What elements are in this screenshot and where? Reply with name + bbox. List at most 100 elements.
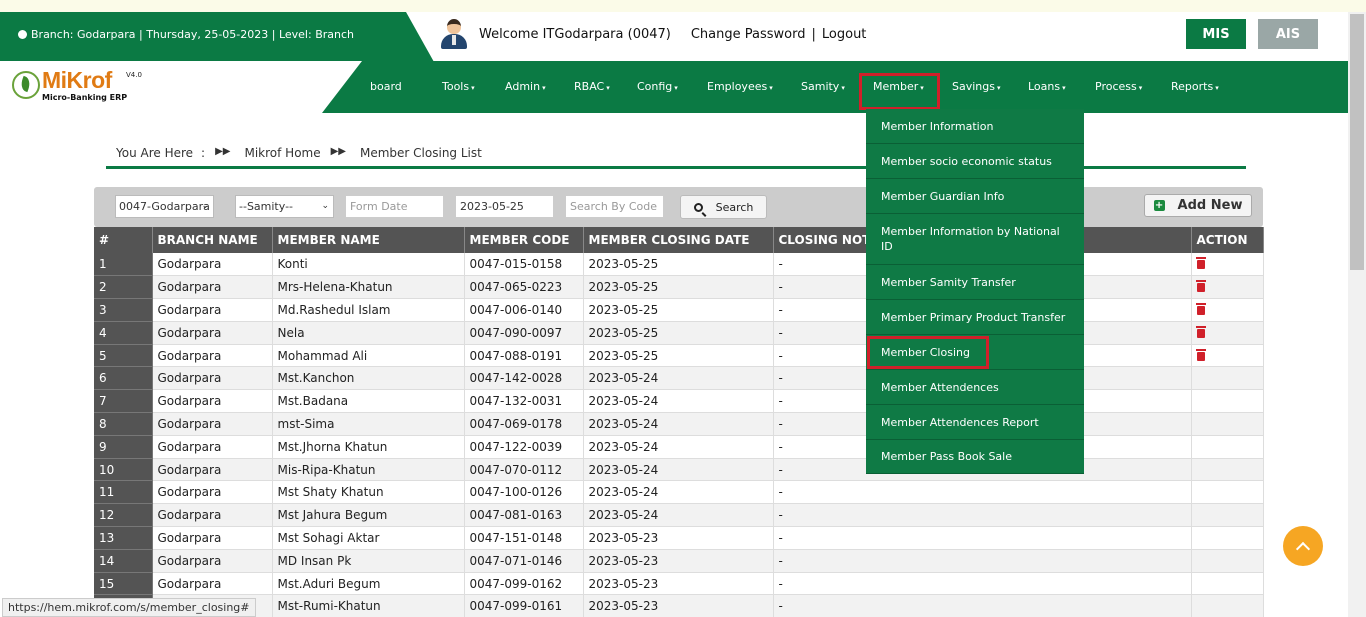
- row-closing-date: 2023-05-23: [583, 572, 774, 596]
- table-row: 14 Godarpara MD Insan Pk 0047-071-0146 2023-…: [94, 549, 1264, 573]
- row-number: 3: [94, 298, 153, 322]
- row-member-name: mst-Sima: [272, 412, 465, 436]
- row-action: [1191, 594, 1264, 617]
- caret-down-icon: ▾: [674, 84, 678, 92]
- row-member-code: 0047-151-0148: [464, 526, 584, 550]
- row-member-name: Mis-Ripa-Khatun: [272, 458, 465, 482]
- member-menu-item[interactable]: Member Attendences: [866, 370, 1084, 405]
- member-menu-item[interactable]: Member Information by National ID: [866, 214, 1084, 265]
- row-number: 13: [94, 526, 153, 550]
- trash-icon[interactable]: [1195, 348, 1206, 361]
- breadcrumb-label: You Are Here: [116, 146, 194, 160]
- nav-admin[interactable]: Admin ▾: [505, 80, 546, 93]
- caret-down-icon: ▾: [542, 84, 546, 92]
- nav-config[interactable]: Config ▾: [637, 80, 678, 93]
- breadcrumb-home[interactable]: Mikrof Home: [244, 146, 320, 160]
- row-branch: Godarpara: [152, 321, 273, 345]
- nav-process[interactable]: Process ▾: [1095, 80, 1142, 93]
- row-action: [1191, 435, 1264, 459]
- col-header-action: ACTION: [1191, 227, 1264, 253]
- caret-down-icon: ▾: [606, 84, 610, 92]
- member-menu-item[interactable]: Member Guardian Info: [866, 179, 1084, 214]
- form-date-input[interactable]: Form Date: [345, 195, 444, 218]
- trash-icon[interactable]: [1195, 302, 1206, 315]
- samity-select[interactable]: --Samity-- ⌄: [235, 195, 334, 218]
- row-closing-date: 2023-05-23: [583, 549, 774, 573]
- table-row: 16GodarparaMst-Rumi-Khatun0047-099-01612…: [94, 594, 1264, 617]
- row-member-code: 0047-069-0178: [464, 412, 584, 436]
- row-closing-note: -: [773, 594, 1192, 617]
- row-number: 10: [94, 458, 153, 482]
- row-member-code: 0047-070-0112: [464, 458, 584, 482]
- nav-process-label: Process: [1095, 80, 1137, 93]
- nav-savings[interactable]: Savings ▾: [952, 80, 1001, 93]
- row-action: [1191, 366, 1264, 391]
- nav-employees[interactable]: Employees ▾: [707, 80, 773, 93]
- nav-reports[interactable]: Reports ▾: [1171, 80, 1219, 93]
- row-branch: Godarpara: [152, 526, 273, 550]
- row-member-name: Mst.Jhorna Khatun: [272, 435, 465, 459]
- row-member-name: Mst.Aduri Begum: [272, 572, 465, 596]
- logo-version: V4.0: [126, 71, 142, 79]
- row-member-code: 0047-142-0028: [464, 366, 584, 391]
- row-action: [1191, 549, 1264, 573]
- row-number: 2: [94, 275, 153, 300]
- row-number: 4: [94, 321, 153, 345]
- search-button[interactable]: Search: [680, 195, 767, 219]
- row-member-name: Mst.Kanchon: [272, 366, 465, 391]
- nav-dashboard[interactable]: board: [370, 80, 402, 93]
- col-header-closing-date: MEMBER CLOSING DATE: [583, 227, 774, 253]
- trash-icon[interactable]: [1195, 280, 1206, 293]
- row-member-code: 0047-132-0031: [464, 389, 584, 414]
- row-member-code: 0047-065-0223: [464, 275, 584, 300]
- table-row: 13 Godarpara Mst Sohagi Aktar 0047-151-0148…: [94, 526, 1264, 550]
- change-password-link[interactable]: Change Password: [691, 27, 806, 42]
- branch-select[interactable]: 0047-Godarpara ⌄: [115, 195, 214, 218]
- row-member-code: 0047-122-0039: [464, 435, 584, 459]
- to-date-input[interactable]: 2023-05-25: [455, 195, 554, 218]
- scrollbar-thumb[interactable]: [1350, 14, 1364, 270]
- member-menu-item[interactable]: Member Pass Book Sale: [866, 440, 1084, 474]
- row-branch: Godarpara: [152, 298, 273, 322]
- row-member-code: 0047-071-0146: [464, 549, 584, 573]
- add-new-button[interactable]: + Add New: [1144, 194, 1252, 217]
- caret-down-icon: ▾: [841, 84, 845, 92]
- member-menu-item[interactable]: Member Samity Transfer: [866, 265, 1084, 300]
- member-menu-item[interactable]: Member Attendences Report: [866, 405, 1084, 440]
- row-number: 15: [94, 572, 153, 596]
- row-member-name: Mrs-Helena-Khatun: [272, 275, 465, 300]
- row-closing-date: 2023-05-24: [583, 503, 774, 528]
- nav-rbac[interactable]: RBAC ▾: [574, 80, 610, 93]
- row-action: [1191, 526, 1264, 550]
- plus-square-icon: +: [1153, 200, 1165, 211]
- row-branch: Godarpara: [152, 389, 273, 414]
- header-separator: |: [811, 26, 816, 42]
- logo-name[interactable]: MiKrof: [42, 67, 112, 94]
- breadcrumb-current: Member Closing List: [360, 146, 482, 160]
- caret-down-icon: ▾: [769, 84, 773, 92]
- ais-button[interactable]: AIS: [1258, 19, 1318, 49]
- row-member-code: 0047-090-0097: [464, 321, 584, 345]
- col-header-member-code: MEMBER CODE: [464, 227, 584, 253]
- row-number: 5: [94, 344, 153, 368]
- caret-down-icon: ▾: [996, 84, 1001, 92]
- scroll-to-top-button[interactable]: [1283, 526, 1323, 566]
- logout-link[interactable]: Logout: [822, 27, 867, 42]
- member-menu-item[interactable]: Member Primary Product Transfer: [866, 300, 1084, 335]
- member-menu-item[interactable]: Member Information: [866, 109, 1084, 144]
- row-number: 11: [94, 480, 153, 505]
- nav-samity[interactable]: Samity ▾: [801, 80, 845, 93]
- row-member-name: Konti: [272, 253, 465, 277]
- member-menu-item[interactable]: Member socio economic status: [866, 144, 1084, 179]
- nav-tools-label: Tools: [442, 80, 470, 93]
- row-number: 12: [94, 503, 153, 528]
- breadcrumb-colon: :: [201, 146, 206, 160]
- nav-loans[interactable]: Loans ▾: [1028, 80, 1066, 93]
- trash-icon[interactable]: [1195, 257, 1206, 270]
- mis-button[interactable]: MIS: [1186, 19, 1246, 49]
- logo-leaf-icon: [12, 71, 40, 99]
- row-number: 7: [94, 389, 153, 414]
- trash-icon[interactable]: [1195, 325, 1206, 338]
- nav-tools[interactable]: Tools ▾: [442, 80, 475, 93]
- search-code-input[interactable]: Search By Code: [565, 195, 664, 218]
